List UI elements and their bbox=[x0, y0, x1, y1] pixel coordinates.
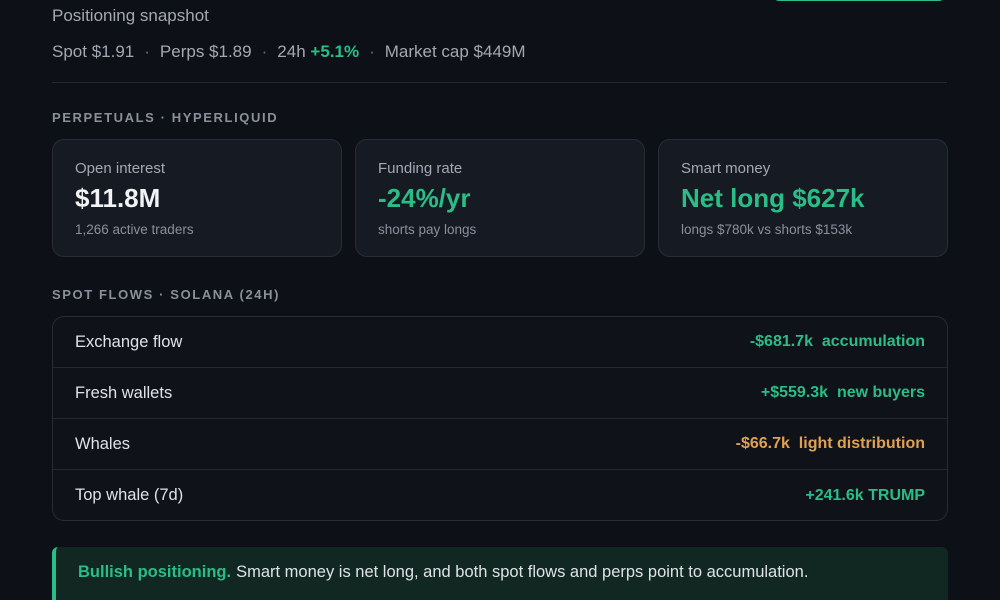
callout-text: Smart money is net long, and both spot f… bbox=[236, 563, 809, 581]
separator: · bbox=[261, 42, 268, 61]
flow-row-whales: Whales -$66.7k light distribution bbox=[53, 419, 947, 470]
separator: · bbox=[144, 42, 150, 61]
flow-label: Exchange flow bbox=[75, 332, 183, 351]
smart-money-card: Smart money Net long $627k longs $780k v… bbox=[658, 139, 948, 257]
card-value: -24%/yr bbox=[378, 183, 471, 213]
flow-value: -$66.7k light distribution bbox=[735, 435, 925, 452]
spot-flows-section-label: SPOT FLOWS · SOLANA (24H) bbox=[52, 287, 281, 302]
flow-label: Whales bbox=[75, 434, 131, 453]
perpetuals-section-label: PERPETUALS · HYPERLIQUID bbox=[52, 110, 279, 125]
card-subtext: shorts pay longs bbox=[378, 222, 477, 237]
open-interest-card: Open interest $11.8M 1,266 active trader… bbox=[52, 139, 342, 257]
callout-title: Bullish positioning. bbox=[78, 563, 232, 581]
flow-value: +$559.3k new buyers bbox=[760, 384, 925, 401]
positioning-page: Positioning snapshot Spot $1.91 · Perps $1… bbox=[0, 0, 1000, 600]
card-label: Open interest bbox=[75, 160, 166, 177]
summary-callout: Bullish positioning. Smart money is net l… bbox=[52, 547, 948, 600]
perps-price: Perps $1.89 bbox=[159, 42, 252, 61]
change-label: 24h bbox=[277, 42, 306, 61]
perpetuals-cards: Open interest $11.8M 1,266 active trader… bbox=[52, 139, 948, 257]
top-action-button[interactable] bbox=[773, 0, 945, 1]
card-value: Net long $627k bbox=[681, 183, 865, 213]
card-subtext: 1,266 active traders bbox=[75, 222, 194, 237]
card-label: Funding rate bbox=[378, 160, 463, 177]
flow-label: Top whale (7d) bbox=[75, 486, 184, 504]
flow-row-exchange: Exchange flow -$681.7k accumulation bbox=[53, 317, 947, 368]
spot-flows-table: Exchange flow -$681.7k accumulation Fres… bbox=[52, 316, 948, 521]
flow-label: Fresh wallets bbox=[75, 383, 173, 402]
market-cap: Market cap $449M bbox=[384, 42, 526, 61]
card-value: $11.8M bbox=[75, 183, 161, 213]
page-subtitle: Positioning snapshot bbox=[52, 6, 209, 25]
header-divider bbox=[52, 82, 947, 83]
flow-row-top-whale: Top whale (7d) +241.6k TRUMP bbox=[53, 470, 947, 520]
flow-value: +241.6k TRUMP bbox=[805, 486, 925, 504]
card-label: Smart money bbox=[681, 160, 771, 177]
flow-row-fresh-wallets: Fresh wallets +$559.3k new buyers bbox=[53, 368, 947, 419]
change-value: +5.1% bbox=[310, 42, 360, 61]
funding-rate-card: Funding rate -24%/yr shorts pay longs bbox=[355, 139, 645, 257]
price-stats-line: Spot $1.91 · Perps $1.89 · 24h +5.1% · Market … bbox=[52, 42, 526, 62]
card-subtext: longs $780k vs shorts $153k bbox=[681, 222, 853, 237]
spot-price: Spot $1.91 bbox=[52, 42, 135, 61]
separator: · bbox=[369, 42, 375, 61]
flow-value: -$681.7k accumulation bbox=[749, 333, 925, 350]
